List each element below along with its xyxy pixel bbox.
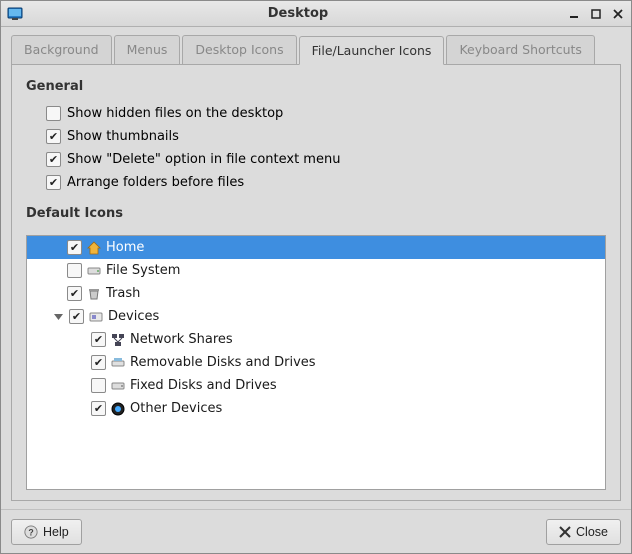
tab-background[interactable]: Background xyxy=(11,35,112,64)
network-shares-checkbox[interactable] xyxy=(91,332,106,347)
removable-drive-icon xyxy=(110,355,126,371)
option-show-thumbnails: Show thumbnails xyxy=(46,129,606,144)
maximize-button[interactable] xyxy=(589,7,603,21)
tree-item-trash[interactable]: Trash xyxy=(27,282,605,305)
tree-item-devices[interactable]: Devices xyxy=(27,305,605,328)
help-icon: ? xyxy=(24,525,38,539)
help-button[interactable]: ? Help xyxy=(11,519,82,545)
devices-icon xyxy=(88,309,104,325)
titlebar: Desktop xyxy=(1,1,631,27)
filesystem-checkbox[interactable] xyxy=(67,263,82,278)
home-checkbox[interactable] xyxy=(67,240,82,255)
help-button-label: Help xyxy=(43,525,69,539)
close-icon xyxy=(559,526,571,538)
tab-file-launcher-icons[interactable]: File/Launcher Icons xyxy=(299,36,445,65)
tab-desktop-icons[interactable]: Desktop Icons xyxy=(182,35,296,64)
tree-item-label: File System xyxy=(106,263,180,278)
tree-item-filesystem[interactable]: File System xyxy=(27,259,605,282)
other-devices-checkbox[interactable] xyxy=(91,401,106,416)
window-title: Desktop xyxy=(29,6,567,21)
tree-item-removable[interactable]: Removable Disks and Drives xyxy=(27,351,605,374)
tree-item-label: Network Shares xyxy=(130,332,233,347)
window-app-icon xyxy=(7,6,23,22)
close-button-label: Close xyxy=(576,525,608,539)
show-delete-checkbox[interactable] xyxy=(46,152,61,167)
trash-checkbox[interactable] xyxy=(67,286,82,301)
drive-icon xyxy=(86,263,102,279)
home-icon xyxy=(86,240,102,256)
network-icon xyxy=(110,332,126,348)
show-thumbnails-label: Show thumbnails xyxy=(67,129,179,144)
default-icons-tree[interactable]: Home File System Trash xyxy=(26,235,606,490)
footer-buttons: ? Help Close xyxy=(1,509,631,553)
harddisk-icon xyxy=(110,378,126,394)
tab-menus[interactable]: Menus xyxy=(114,35,181,64)
show-hidden-checkbox[interactable] xyxy=(46,106,61,121)
tree-item-label: Home xyxy=(106,240,144,255)
tree-item-label: Removable Disks and Drives xyxy=(130,355,316,370)
show-hidden-label: Show hidden files on the desktop xyxy=(67,106,283,121)
desktop-settings-window: Desktop Background Menus Desktop Icons F… xyxy=(0,0,632,554)
svg-text:?: ? xyxy=(28,527,33,537)
show-thumbnails-checkbox[interactable] xyxy=(46,129,61,144)
close-button[interactable]: Close xyxy=(546,519,621,545)
tree-item-label: Other Devices xyxy=(130,401,222,416)
devices-checkbox[interactable] xyxy=(69,309,84,324)
removable-checkbox[interactable] xyxy=(91,355,106,370)
fixed-checkbox[interactable] xyxy=(91,378,106,393)
option-show-delete: Show "Delete" option in file context men… xyxy=(46,152,606,167)
window-controls xyxy=(567,7,625,21)
trash-icon xyxy=(86,286,102,302)
tree-item-network-shares[interactable]: Network Shares xyxy=(27,328,605,351)
minimize-button[interactable] xyxy=(567,7,581,21)
tree-item-fixed[interactable]: Fixed Disks and Drives xyxy=(27,374,605,397)
tree-item-home[interactable]: Home xyxy=(27,236,605,259)
tree-item-label: Trash xyxy=(106,286,140,301)
tab-panel-file-launcher: General Show hidden files on the desktop… xyxy=(11,65,621,501)
close-window-button[interactable] xyxy=(611,7,625,21)
main-content: Background Menus Desktop Icons File/Laun… xyxy=(1,27,631,509)
devices-expander[interactable] xyxy=(51,310,65,324)
tree-item-label: Fixed Disks and Drives xyxy=(130,378,277,393)
option-arrange-folders: Arrange folders before files xyxy=(46,175,606,190)
arrange-folders-checkbox[interactable] xyxy=(46,175,61,190)
tab-keyboard-shortcuts[interactable]: Keyboard Shortcuts xyxy=(446,35,595,64)
tab-bar: Background Menus Desktop Icons File/Laun… xyxy=(11,35,621,65)
show-delete-label: Show "Delete" option in file context men… xyxy=(67,152,340,167)
section-general-title: General xyxy=(26,79,606,94)
section-default-icons-title: Default Icons xyxy=(26,206,606,221)
tree-item-other-devices[interactable]: Other Devices xyxy=(27,397,605,420)
other-device-icon xyxy=(110,401,126,417)
arrange-folders-label: Arrange folders before files xyxy=(67,175,244,190)
tree-item-label: Devices xyxy=(108,309,159,324)
option-show-hidden: Show hidden files on the desktop xyxy=(46,106,606,121)
